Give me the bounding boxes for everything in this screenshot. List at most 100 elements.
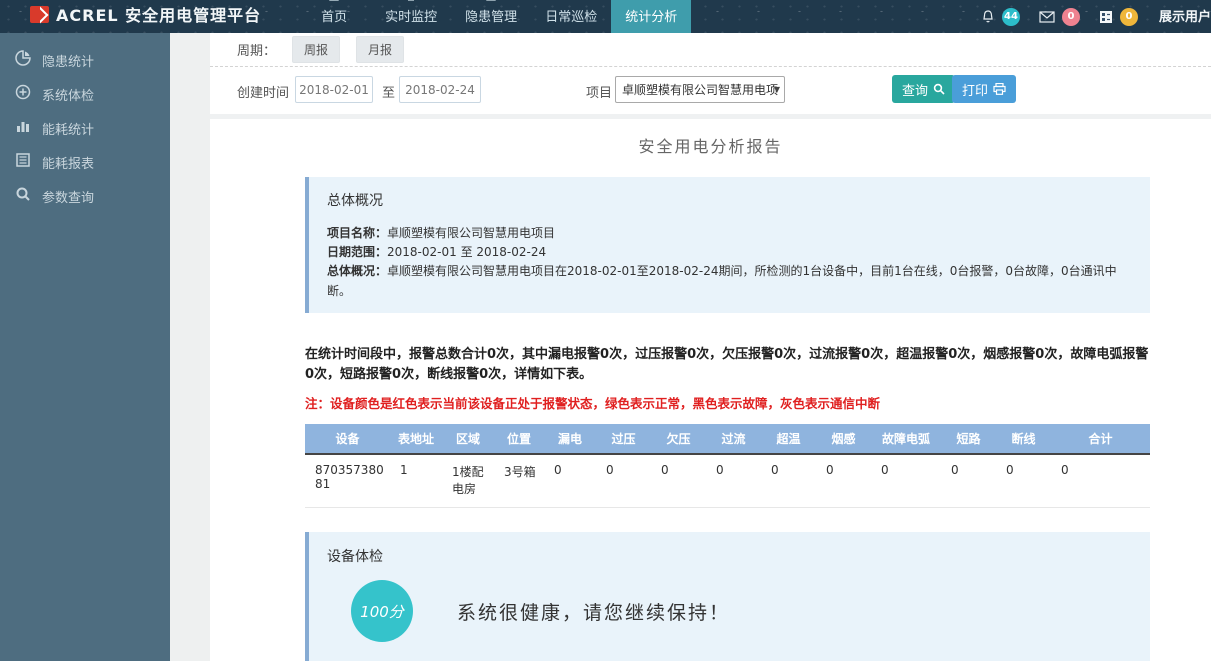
sidebar-item-parameter-query[interactable]: 参数查询 — [0, 179, 170, 213]
print-button-label: 打印 — [962, 80, 988, 99]
project-name-label: 项目名称： — [327, 226, 387, 240]
cell-total: 0 — [1051, 454, 1150, 508]
device-health-section: 设备体检 100分 系统很健康，请您继续保持！ 共检查了7项，以下1项有隐患 V — [305, 532, 1150, 661]
todo-count-badge[interactable]: 0 — [1120, 8, 1138, 26]
date-from-input[interactable] — [295, 76, 373, 103]
period-label: 周期： — [237, 40, 276, 59]
app-logo: ACREL 安全用电管理平台 — [0, 2, 269, 33]
cell-overtemp: 0 — [761, 454, 816, 508]
cell-overcurrent: 0 — [706, 454, 761, 508]
overview-section-title: 总体概况 — [327, 190, 1130, 210]
message-count-badge[interactable]: 0 — [1062, 8, 1080, 26]
nav-item-label: 统计分析 — [625, 10, 677, 25]
col-device: 设备 — [305, 424, 390, 454]
sidebar-item-energy-report[interactable]: 能耗报表 — [0, 145, 170, 179]
app-title: ACREL 安全用电管理平台 — [56, 2, 261, 26]
monitor-icon — [404, 0, 418, 5]
date-range-label: 日期范围： — [327, 245, 387, 259]
bar-chart-icon — [15, 118, 31, 138]
nav-item-label: 实时监控 — [385, 10, 437, 25]
col-short-circuit: 短路 — [941, 424, 996, 454]
sidebar: 隐患统计 系统体检 能耗统计 能耗报表 参数查询 — [0, 33, 170, 661]
envelope-icon[interactable] — [1039, 11, 1055, 23]
sidebar-item-energy-stats[interactable]: 能耗统计 — [0, 111, 170, 145]
sidebar-item-hazard-stats[interactable]: 隐患统计 — [0, 43, 170, 77]
search-icon — [933, 83, 945, 95]
bell-icon[interactable] — [981, 10, 995, 24]
monthly-report-button[interactable]: 月报 — [356, 36, 404, 63]
acrel-logo-icon — [30, 6, 49, 23]
top-navbar: ACREL 安全用电管理平台 首页 实时监控 隐患管理 日常巡检 — [0, 0, 1211, 33]
col-overcurrent: 过流 — [706, 424, 761, 454]
col-leakage: 漏电 — [544, 424, 596, 454]
sidebar-item-label: 能耗报表 — [42, 153, 94, 172]
inspector-icon — [564, 0, 578, 5]
nav-item-realtime-monitor[interactable]: 实时监控 — [371, 0, 451, 33]
project-select-value: 卓顺塑模有限公司智慧用电项 — [622, 81, 778, 98]
device-id-link[interactable]: 87035738081 — [305, 454, 390, 508]
col-position: 位置 — [494, 424, 544, 454]
printer-icon — [993, 83, 1006, 95]
main-nav: 首页 实时监控 隐患管理 日常巡检 统计分析 — [297, 0, 691, 33]
todo-list-icon[interactable] — [1099, 10, 1113, 24]
col-smoke: 烟感 — [816, 424, 871, 454]
project-label: 项目 — [586, 82, 612, 101]
alarm-stats-paragraph: 在统计时间段中，报警总数合计0次，其中漏电报警0次，过压报警0次，欠压报警0次，… — [305, 345, 1150, 385]
created-time-label: 创建时间 — [237, 82, 289, 101]
table-header-row: 设备 表地址 区域 位置 漏电 过压 欠压 过流 超温 烟感 故障电弧 短路 断… — [305, 424, 1150, 454]
query-button[interactable]: 查询 — [892, 75, 955, 103]
health-summary-block: 设备体检 100分 系统很健康，请您继续保持！ — [309, 532, 1150, 661]
date-range-line: 日期范围：2018-02-01 至 2018-02-24 — [327, 243, 1130, 262]
sidebar-gutter — [170, 33, 210, 661]
date-to-input[interactable] — [399, 76, 481, 103]
sidebar-item-label: 能耗统计 — [42, 119, 94, 138]
nav-item-hazard-management[interactable]: 隐患管理 — [451, 0, 531, 33]
nav-item-daily-inspection[interactable]: 日常巡检 — [531, 0, 611, 33]
col-meter-address: 表地址 — [390, 424, 442, 454]
document-icon — [484, 0, 498, 5]
cell-position: 3号箱 — [494, 454, 544, 508]
alarm-count-badge[interactable]: 44 — [1002, 8, 1020, 26]
statistics-icon — [644, 0, 658, 5]
nav-item-statistics[interactable]: 统计分析 — [611, 0, 691, 33]
health-score-row: 100分 系统很健康，请您继续保持！ — [351, 580, 1150, 642]
cell-line-break: 0 — [996, 454, 1051, 508]
col-overtemp: 超温 — [761, 424, 816, 454]
main-content: 周期： 周报 月报 创建时间 至 项目 卓顺塑模有限公司智慧用电项 ▼ 查询 打… — [210, 33, 1211, 661]
summary-line: 总体概况：卓顺塑模有限公司智慧用电项目在2018-02-01至2018-02-2… — [327, 262, 1130, 300]
project-select[interactable]: 卓顺塑模有限公司智慧用电项 ▼ — [615, 76, 785, 103]
sidebar-item-label: 系统体检 — [42, 85, 94, 104]
summary-label: 总体概况： — [327, 264, 387, 278]
col-total: 合计 — [1051, 424, 1150, 454]
pie-chart-icon — [15, 50, 31, 70]
summary-value: 卓顺塑模有限公司智慧用电项目在2018-02-01至2018-02-24期间，所… — [327, 264, 1117, 297]
col-overvoltage: 过压 — [596, 424, 651, 454]
weekly-report-button[interactable]: 周报 — [292, 36, 340, 63]
home-icon — [327, 0, 341, 5]
query-filter-row: 创建时间 至 项目 卓顺塑模有限公司智慧用电项 ▼ 查询 打印 — [210, 67, 1211, 114]
print-button[interactable]: 打印 — [952, 75, 1016, 103]
plus-circle-icon — [15, 84, 31, 104]
navbar-tray: 44 0 0 展示用户 — [975, 6, 1211, 33]
nav-item-home[interactable]: 首页 — [297, 0, 371, 33]
cell-arc-fault: 0 — [871, 454, 941, 508]
sidebar-item-system-check[interactable]: 系统体检 — [0, 77, 170, 111]
col-line-break: 断线 — [996, 424, 1051, 454]
report-area: 安全用电分析报告 总体概况 项目名称：卓顺塑模有限公司智慧用电项目 日期范围：2… — [210, 119, 1211, 661]
cell-meter-address: 1 — [390, 454, 442, 508]
health-score-badge: 100分 — [351, 580, 413, 642]
health-message: 系统很健康，请您继续保持！ — [457, 598, 730, 625]
report-icon — [15, 152, 31, 172]
chevron-down-icon: ▼ — [774, 85, 780, 94]
sidebar-item-label: 隐患统计 — [42, 51, 94, 70]
project-name-value: 卓顺塑模有限公司智慧用电项目 — [387, 226, 555, 240]
user-menu[interactable]: 展示用户 — [1151, 6, 1211, 27]
cell-undervoltage: 0 — [651, 454, 706, 508]
col-arc-fault: 故障电弧 — [871, 424, 941, 454]
project-name-line: 项目名称：卓顺塑模有限公司智慧用电项目 — [327, 224, 1130, 243]
alarm-table: 设备 表地址 区域 位置 漏电 过压 欠压 过流 超温 烟感 故障电弧 短路 断… — [305, 424, 1150, 508]
table-row: 87035738081 1 1楼配电房 3号箱 0 0 0 0 0 0 0 0 … — [305, 454, 1150, 508]
query-button-label: 查询 — [902, 80, 928, 99]
report-title: 安全用电分析报告 — [210, 133, 1211, 157]
cell-smoke: 0 — [816, 454, 871, 508]
